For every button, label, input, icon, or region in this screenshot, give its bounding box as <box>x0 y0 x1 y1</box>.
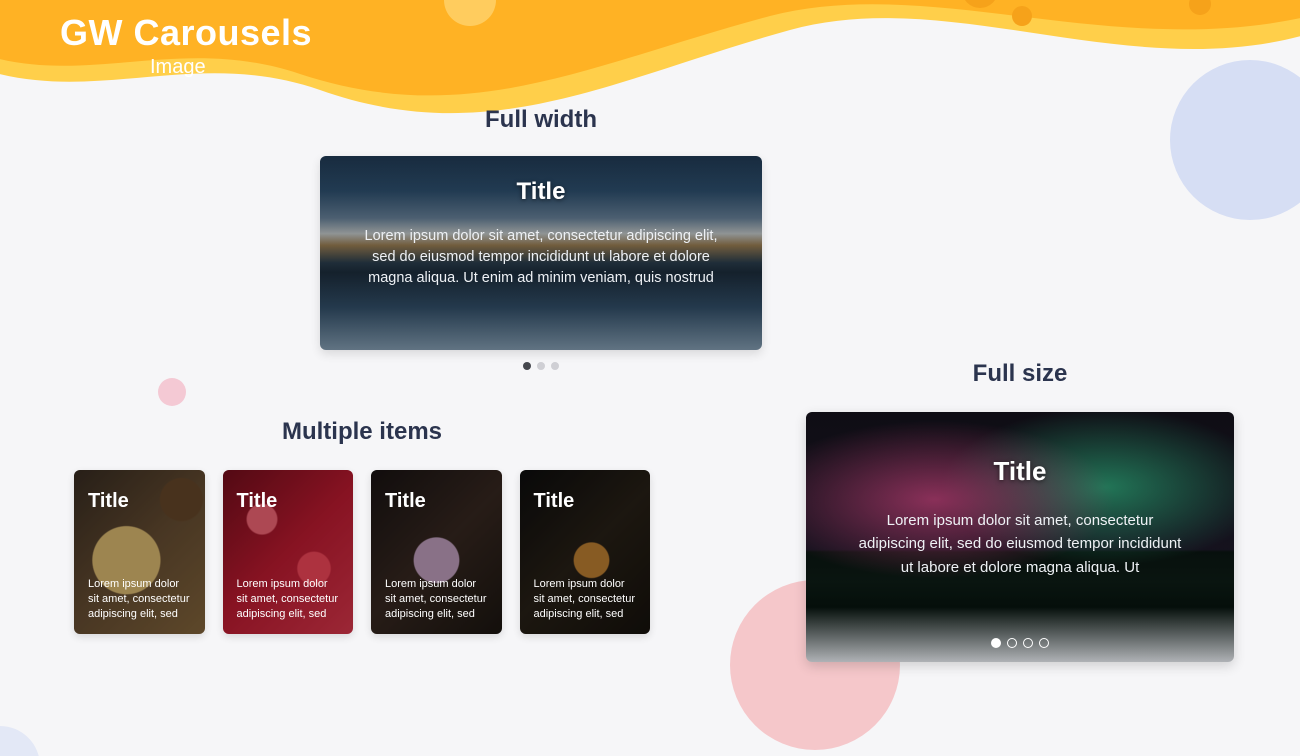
item-title: Title <box>237 490 340 513</box>
carousel-dot[interactable] <box>551 362 559 370</box>
carousel-dots-fullwidth <box>320 362 762 370</box>
carousel-dot[interactable] <box>537 362 545 370</box>
item-body: Lorem ipsum dolor sit amet, consectetur … <box>88 577 191 622</box>
page-subtitle: Image <box>150 56 312 79</box>
carousel-item[interactable]: Title Lorem ipsum dolor sit amet, consec… <box>520 470 651 634</box>
page-title: GW Carousels <box>60 12 312 54</box>
section-heading-fullsize: Full size <box>806 360 1234 388</box>
slide-title: Title <box>806 412 1234 487</box>
item-title: Title <box>88 490 191 513</box>
carousel-item[interactable]: Title Lorem ipsum dolor sit amet, consec… <box>223 470 354 634</box>
carousel-fullsize[interactable]: Title Lorem ipsum dolor sit amet, consec… <box>806 412 1234 662</box>
item-title: Title <box>385 490 488 513</box>
carousel-dot[interactable] <box>1023 638 1033 648</box>
slide-body: Lorem ipsum dolor sit amet, consectetur … <box>806 487 1234 579</box>
carousel-dot[interactable] <box>523 362 531 370</box>
carousel-multiple-items[interactable]: Title Lorem ipsum dolor sit amet, consec… <box>74 470 650 634</box>
section-fullsize: Full size Title Lorem ipsum dolor sit am… <box>806 360 1234 662</box>
section-heading-multiple: Multiple items <box>74 418 650 446</box>
carousel-item[interactable]: Title Lorem ipsum dolor sit amet, consec… <box>74 470 205 634</box>
page-header: GW Carousels Image <box>60 12 312 79</box>
carousel-item[interactable]: Title Lorem ipsum dolor sit amet, consec… <box>371 470 502 634</box>
slide-title: Title <box>320 156 762 206</box>
carousel-dot[interactable] <box>1007 638 1017 648</box>
item-body: Lorem ipsum dolor sit amet, consectetur … <box>237 577 340 622</box>
section-heading-fullwidth: Full width <box>320 106 762 134</box>
slide-body: Lorem ipsum dolor sit amet, consectetur … <box>320 206 762 289</box>
item-title: Title <box>534 490 637 513</box>
item-body: Lorem ipsum dolor sit amet, consectetur … <box>534 577 637 622</box>
carousel-fullwidth[interactable]: Title Lorem ipsum dolor sit amet, consec… <box>320 156 762 350</box>
section-multiple-items: Multiple items Title Lorem ipsum dolor s… <box>74 418 650 634</box>
carousel-dot[interactable] <box>1039 638 1049 648</box>
item-body: Lorem ipsum dolor sit amet, consectetur … <box>385 577 488 622</box>
carousel-dot[interactable] <box>991 638 1001 648</box>
carousel-dots-fullsize <box>991 638 1049 648</box>
section-fullwidth: Full width Title Lorem ipsum dolor sit a… <box>320 106 762 370</box>
